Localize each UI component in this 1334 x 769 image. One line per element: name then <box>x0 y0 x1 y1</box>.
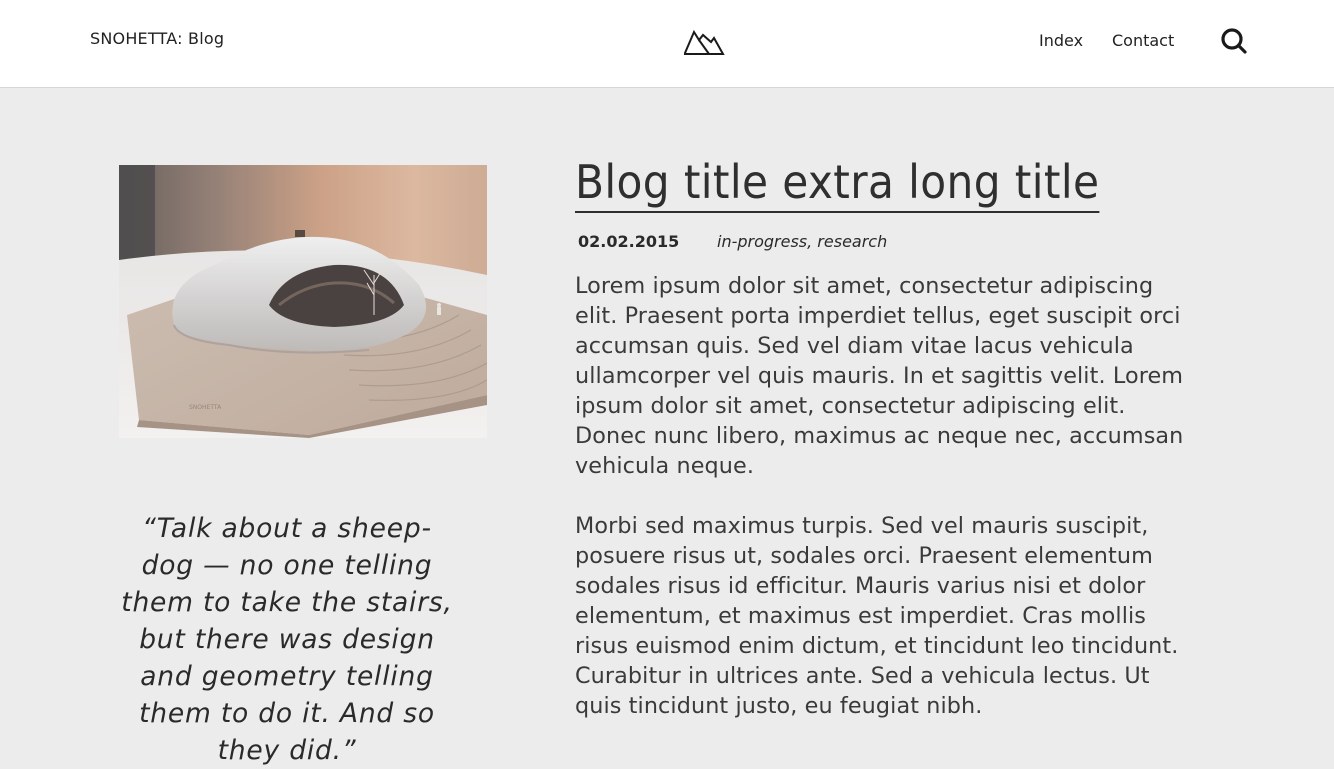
post-tags[interactable]: in-progress, research <box>717 232 887 251</box>
site-header: SNOHETTA: Blog Index Contact <box>0 0 1334 88</box>
post-meta: 02.02.2015 in-progress, research <box>578 232 887 251</box>
nav-index-link[interactable]: Index <box>1039 31 1083 50</box>
post-paragraph: Lorem ipsum dolor sit amet, consectetur … <box>575 273 1184 479</box>
nav-contact-link[interactable]: Contact <box>1112 31 1174 50</box>
post-paragraph: Morbi sed maximus turpis. Sed vel mauris… <box>575 513 1179 719</box>
post-title[interactable]: Blog title extra long title <box>575 153 1100 213</box>
post-date: 02.02.2015 <box>578 232 680 251</box>
brand-link[interactable]: SNOHETTA: Blog <box>90 29 224 48</box>
search-icon[interactable] <box>1219 26 1249 56</box>
pull-quote: “Talk about a sheep-dog — no one telling… <box>121 513 453 766</box>
post-body: Lorem ipsum dolor sit amet, consectetur … <box>575 271 1187 751</box>
post-image: SNOHETTA <box>119 165 487 438</box>
mountain-logo-icon[interactable] <box>683 26 727 58</box>
